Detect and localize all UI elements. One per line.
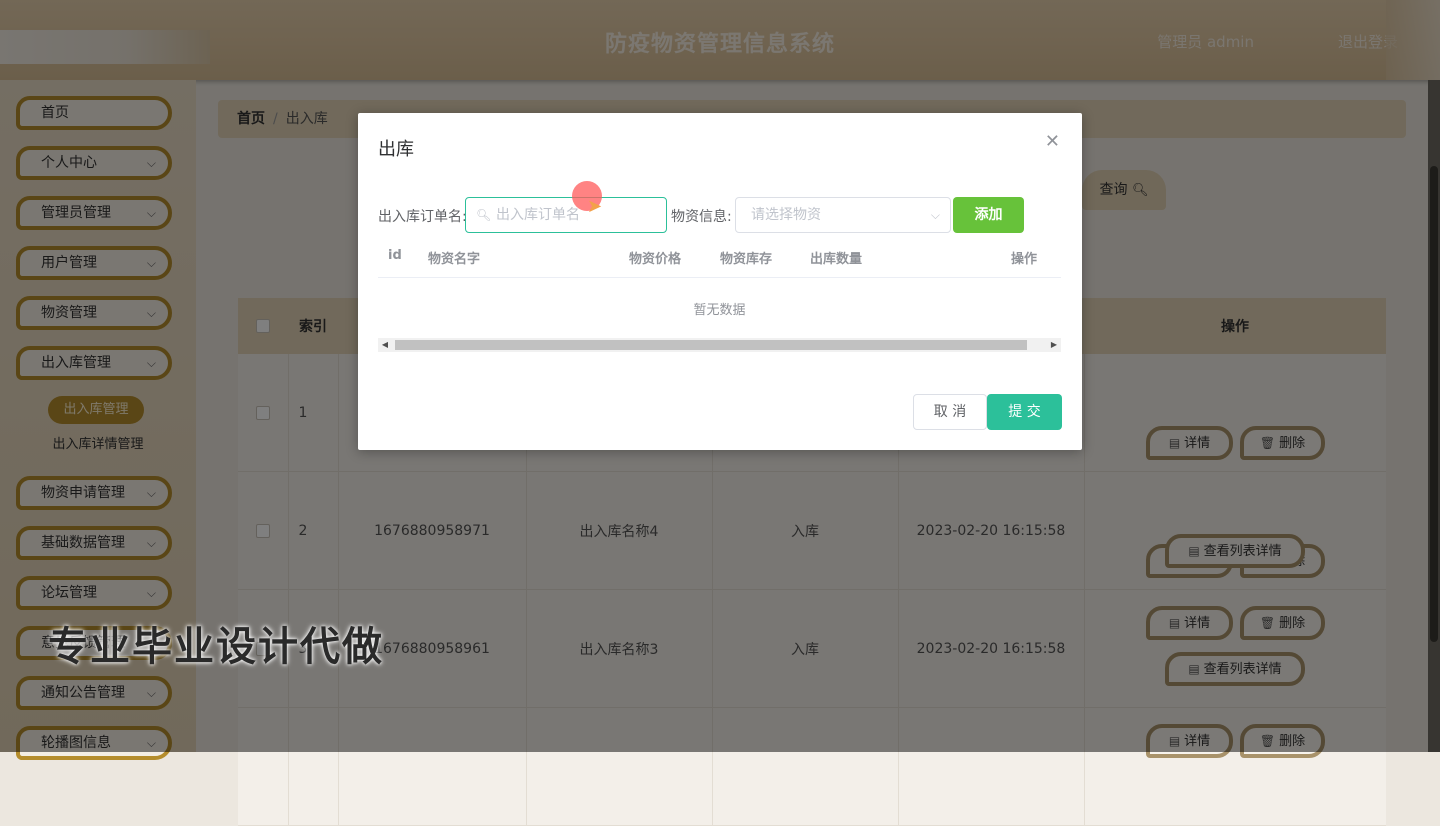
submit-button[interactable]: 提 交 <box>987 394 1062 430</box>
dialog-table-header: id 物资名字 物资价格 物资库存 出库数量 操作 <box>378 235 1061 278</box>
watermark-text: 专业毕业设计代做 <box>48 624 384 670</box>
chevron-down-icon: ⌵ <box>930 208 940 222</box>
dialog-hscrollbar[interactable]: ◀ ▶ <box>378 338 1061 352</box>
goods-select[interactable]: 请选择物资 ⌵ <box>735 197 951 233</box>
col-id: id <box>388 248 402 263</box>
dialog-title: 出库 <box>378 139 414 160</box>
order-name-input[interactable]: 🔍︎ 出入库订单名 <box>465 197 667 233</box>
empty-state: 暂无数据 <box>693 303 746 318</box>
search-icon: 🔍︎ <box>476 208 492 222</box>
mouse-cursor-icon: ➤ <box>587 196 603 217</box>
outbound-dialog: 出库 ✕ 出入库订单名: 🔍︎ 出入库订单名 物资信息: 请选择物资 ⌵ 添加 … <box>358 113 1082 450</box>
col-goods-stock: 物资库存 <box>720 252 773 267</box>
col-goods-price: 物资价格 <box>629 252 682 267</box>
col-out-quantity: 出库数量 <box>810 252 863 267</box>
scroll-left-arrow[interactable]: ◀ <box>378 338 392 352</box>
scroll-right-arrow[interactable]: ▶ <box>1047 338 1061 352</box>
goods-label: 物资信息: <box>671 209 732 225</box>
add-button[interactable]: 添加 <box>953 197 1024 233</box>
order-name-label: 出入库订单名: <box>378 209 467 225</box>
order-name-placeholder: 出入库订单名 <box>496 207 580 223</box>
dialog-hscrollbar-thumb[interactable] <box>395 340 1027 350</box>
goods-placeholder: 请选择物资 <box>751 207 821 223</box>
cancel-button[interactable]: 取 消 <box>913 394 987 430</box>
col-goods-name: 物资名字 <box>428 252 481 267</box>
close-icon[interactable]: ✕ <box>1045 131 1060 152</box>
col-actions: 操作 <box>1011 252 1038 267</box>
